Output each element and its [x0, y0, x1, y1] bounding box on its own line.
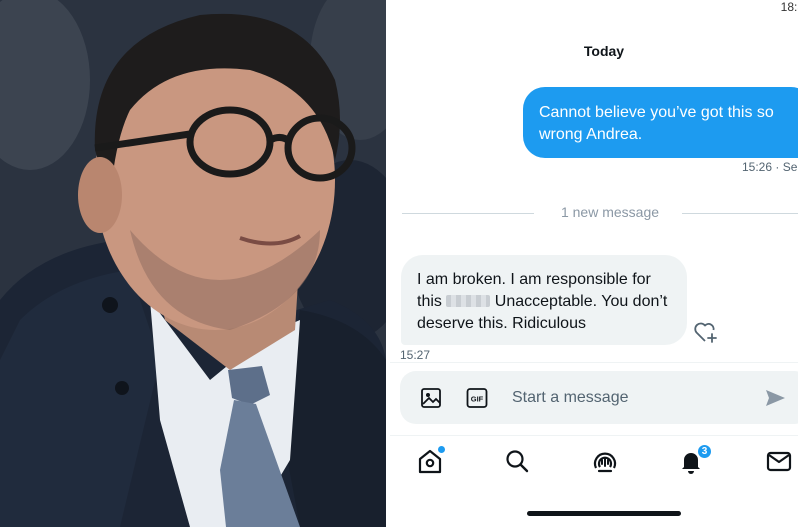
- date-header: Today: [583, 43, 625, 59]
- portrait-illustration: [0, 0, 386, 527]
- outgoing-message[interactable]: Cannot believe you’ve got this so wrong …: [523, 87, 798, 158]
- divider-line: [682, 213, 798, 214]
- tab-spaces[interactable]: [590, 446, 620, 476]
- tab-search[interactable]: [502, 446, 532, 476]
- incoming-message[interactable]: I am broken. I am responsible for this U…: [401, 255, 687, 345]
- notifications-badge: 3: [696, 443, 713, 460]
- status-bar-time: 18:3: [780, 0, 798, 14]
- search-icon: [506, 450, 529, 473]
- outgoing-message-text: Cannot believe you’ve got this so wrong …: [539, 104, 774, 143]
- home-indicator: [527, 511, 681, 516]
- image-icon[interactable]: [420, 387, 442, 409]
- divider-line: [402, 213, 534, 214]
- tabbar-separator: [390, 435, 798, 436]
- send-icon[interactable]: [764, 387, 786, 409]
- tab-messages[interactable]: [764, 446, 794, 476]
- home-notification-dot: [438, 446, 445, 453]
- new-message-label: 1 new message: [560, 204, 660, 220]
- incoming-message-time: 15:27: [400, 348, 431, 362]
- dm-conversation: 18:3 Today Cannot believe you’ve got thi…: [390, 0, 798, 527]
- message-composer: GIF: [400, 371, 798, 424]
- composer-separator: [390, 362, 798, 363]
- gif-label: GIF: [471, 395, 484, 404]
- gif-icon[interactable]: GIF: [466, 387, 488, 409]
- new-message-divider: 1 new message: [402, 203, 798, 223]
- messages-icon: [766, 451, 792, 472]
- portrait-photo: [0, 0, 386, 527]
- outgoing-message-meta: 15:26 · Se: [742, 160, 798, 174]
- message-input[interactable]: [512, 384, 742, 412]
- heart-plus-icon[interactable]: [693, 320, 719, 344]
- redacted-word: [446, 295, 491, 307]
- spaces-icon: [593, 452, 617, 473]
